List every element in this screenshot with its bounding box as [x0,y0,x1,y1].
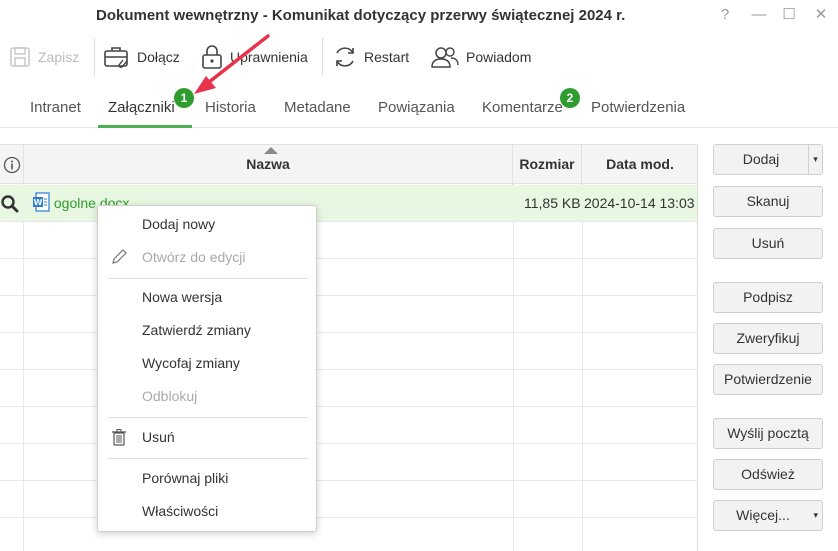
verify-button[interactable]: Zweryfikuj [713,323,823,354]
menu-item-approve-changes[interactable]: Zatwierdź zmiany [98,315,316,345]
menu-item-delete-label: Usuń [142,429,175,445]
menu-item-delete[interactable]: Usuń [98,422,316,452]
more-dropdown-arrow: ▾ [813,510,818,520]
help-button[interactable]: ? [714,4,736,26]
menu-item-revert-changes[interactable]: Wycofaj zmiany [98,348,316,378]
save-label: Zapisz [38,49,80,65]
tab-history[interactable]: Historia [205,99,256,116]
size-column-header[interactable]: Rozmiar [513,145,582,185]
users-icon [430,45,460,69]
permissions-label: Uprawnienia [230,49,308,65]
delete-button[interactable]: Usuń [713,228,823,259]
sort-ascending-icon [264,147,278,154]
notify-button[interactable]: Powiadom [430,40,531,74]
more-button[interactable]: Więcej... ▾ [713,500,823,531]
toolbar: Zapisz Dołącz Uprawnienia Restart Powiad… [0,36,838,78]
briefcase-attach-icon [103,44,131,70]
info-column-header[interactable] [0,145,24,185]
tab-metadata[interactable]: Metadane [284,99,351,116]
trash-icon [112,429,126,446]
add-button-label: Dodaj [742,151,780,167]
attach-label: Dołącz [137,49,180,65]
magnifier-icon[interactable] [0,194,20,214]
active-tab-indicator [98,125,192,128]
menu-separator [108,278,308,279]
info-icon [3,156,20,174]
permissions-button[interactable]: Uprawnienia [200,40,308,74]
context-menu: Dodaj nowy Otwórz do edycji Nowa wersja … [97,205,317,532]
notify-label: Powiadom [466,49,532,65]
menu-item-unlock: Odblokuj [142,388,198,404]
toolbar-separator [322,38,323,76]
tab-comments[interactable]: Komentarze [482,99,563,116]
save-button[interactable]: Zapisz [8,40,79,74]
menu-item-open-edit-label: Otwórz do edycji [142,249,246,265]
refresh-icon [332,44,358,70]
file-size-cell: 11,85 KB [524,195,581,211]
confirmation-button[interactable]: Potwierdzenie [713,364,823,395]
menu-item-add-new[interactable]: Dodaj nowy [98,209,316,239]
menu-item-open-edit: Otwórz do edycji [98,242,316,272]
tab-intranet[interactable]: Intranet [30,99,81,116]
preview-cell[interactable] [0,185,22,222]
file-modified-cell: 2024-10-14 13:03 [584,195,695,211]
floppy-disk-icon [8,45,32,69]
add-button[interactable]: Dodaj ▾ [713,144,823,175]
send-mail-button[interactable]: Wyślij pocztą [713,418,823,449]
refresh-button[interactable]: Odśwież [713,459,823,490]
toolbar-separator [94,38,95,76]
restart-button[interactable]: Restart [332,40,409,74]
sign-button[interactable]: Podpisz [713,282,823,313]
tab-relations[interactable]: Powiązania [378,99,455,116]
maximize-button[interactable]: ☐ [778,4,800,26]
restart-label: Restart [364,49,410,65]
more-button-label: Więcej... [736,507,790,523]
close-button[interactable]: ✕ [810,4,832,26]
menu-item-new-version[interactable]: Nowa wersja [98,282,316,312]
lock-icon [200,44,224,70]
tab-attachments[interactable]: Załączniki [108,99,175,116]
scan-button[interactable]: Skanuj [713,186,823,217]
comments-count-badge: 2 [560,88,580,108]
svg-text:W: W [34,198,43,207]
menu-separator [108,458,308,459]
tab-confirmations[interactable]: Potwierdzenia [591,99,685,116]
title-bar: Dokument wewnętrzny - Komunikat dotycząc… [0,0,838,32]
attach-button[interactable]: Dołącz [103,40,180,74]
attachments-count-badge: 1 [174,88,194,108]
grid-header: Nazwa Rozmiar Data mod. [0,144,697,185]
menu-item-properties[interactable]: Właściwości [98,496,316,526]
tab-bar: Intranet Załączniki Historia Metadane Po… [0,88,838,128]
word-document-icon: W [33,192,50,212]
add-dropdown-arrow[interactable]: ▾ [808,145,822,174]
modified-column-header[interactable]: Data mod. [582,145,697,185]
menu-separator [108,417,308,418]
menu-item-compare[interactable]: Porównaj pliki [98,463,316,493]
minimize-button[interactable]: — [748,4,770,26]
pencil-icon [112,249,127,264]
window-title: Dokument wewnętrzny - Komunikat dotycząc… [96,7,626,24]
